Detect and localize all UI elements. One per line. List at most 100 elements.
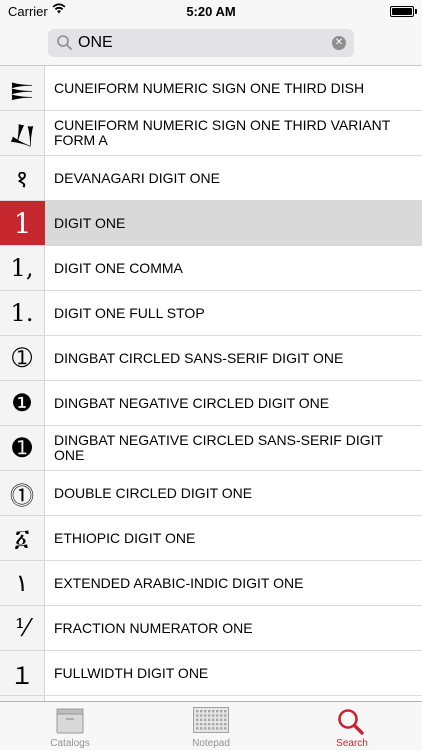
glyph-preview: 𒑚 bbox=[0, 111, 45, 155]
catalogs-icon bbox=[56, 708, 84, 734]
notepad-grid-dot bbox=[224, 722, 227, 726]
notepad-grid-dot bbox=[220, 727, 223, 730]
magnifier-icon bbox=[56, 34, 74, 52]
list-item[interactable]: １ FULLWIDTH DIGIT ONE bbox=[0, 651, 422, 696]
notepad-grid-dot bbox=[212, 714, 215, 717]
tab-label: Search bbox=[336, 738, 368, 749]
tab-notepad[interactable]: Notepad bbox=[141, 702, 281, 751]
tab-catalogs[interactable]: Catalogs bbox=[0, 702, 140, 751]
glyph-preview: 𒐺 bbox=[0, 66, 45, 110]
status-bar: Carrier 5:20 AM bbox=[0, 0, 422, 22]
notepad-grid-dot bbox=[220, 718, 223, 721]
glyph-preview: ❶ bbox=[0, 381, 45, 425]
character-name: FULLWIDTH DIGIT ONE bbox=[54, 664, 209, 681]
notepad-grid-dot bbox=[208, 710, 211, 713]
list-item[interactable]: 𒑚 CUNEIFORM NUMERIC SIGN ONE THIRD VARIAN… bbox=[0, 111, 422, 156]
notepad-grid-dot bbox=[216, 714, 219, 717]
notepad-grid-dot bbox=[208, 722, 211, 726]
character-name: DINGBAT NEGATIVE CIRCLED DIGIT ONE bbox=[54, 394, 330, 411]
list-item[interactable]: 𒐺 CUNEIFORM NUMERIC SIGN ONE THIRD DISH bbox=[0, 66, 422, 111]
character-name: CUNEIFORM NUMERIC SIGN ONE THIRD VARIANT… bbox=[54, 117, 391, 148]
character-name: FRACTION NUMERATOR ONE bbox=[54, 619, 253, 636]
notepad-grid-dot bbox=[216, 727, 219, 730]
glyph-preview: ➀ bbox=[0, 336, 45, 380]
glyph-preview: ۱ bbox=[0, 561, 45, 605]
glyph-preview: 1 bbox=[0, 201, 45, 245]
notepad-grid-dot bbox=[224, 710, 227, 713]
notepad-grid-dot bbox=[196, 710, 199, 713]
list-item[interactable]: ⓵ DOUBLE CIRCLED DIGIT ONE bbox=[0, 471, 422, 516]
character-name: DIGIT ONE bbox=[54, 214, 126, 231]
tab-label: Notepad bbox=[192, 738, 230, 749]
notepad-grid-dot bbox=[196, 718, 199, 721]
notepad-grid-dot bbox=[196, 714, 199, 717]
notepad-grid-dot bbox=[212, 722, 215, 726]
notepad-grid-dot bbox=[204, 714, 207, 717]
glyph-preview: 1, bbox=[0, 246, 45, 290]
glyph-preview: １ bbox=[0, 651, 45, 695]
notepad-grid-dot bbox=[200, 722, 203, 726]
notepad-grid-dot bbox=[216, 710, 219, 713]
results-list[interactable]: 𒐺 CUNEIFORM NUMERIC SIGN ONE THIRD DISH 𒑚 C… bbox=[0, 66, 422, 701]
character-name: EXTENDED ARABIC-INDIC DIGIT ONE bbox=[54, 574, 304, 591]
notepad-icon bbox=[193, 707, 229, 733]
notepad-grid-dot bbox=[224, 727, 227, 730]
notepad-grid-dot bbox=[196, 722, 199, 726]
character-name: DINGBAT CIRCLED SANS-SERIF DIGIT ONE bbox=[54, 349, 344, 366]
notepad-grid-dot bbox=[204, 722, 207, 726]
notepad-grid-dot bbox=[224, 718, 227, 721]
character-name: DOUBLE CIRCLED DIGIT ONE bbox=[54, 484, 253, 501]
notepad-grid-dot bbox=[208, 718, 211, 721]
notepad-grid-dot bbox=[212, 710, 215, 713]
character-name: DINGBAT NEGATIVE CIRCLED SANS-SERIF DIGI… bbox=[54, 432, 383, 463]
character-name: DEVANAGARI DIGIT ONE bbox=[54, 169, 220, 186]
notepad-grid-dot bbox=[204, 727, 207, 730]
list-item[interactable]: 1. DIGIT ONE FULL STOP bbox=[0, 291, 422, 336]
tab-bar: Catalogs Notepad Search bbox=[0, 701, 422, 750]
notepad-grid-dot bbox=[224, 714, 227, 717]
glyph-preview: 1. bbox=[0, 291, 45, 335]
notepad-grid-dot bbox=[208, 714, 211, 717]
glyph-preview: ፩ bbox=[0, 516, 45, 560]
character-name: DIGIT ONE COMMA bbox=[54, 259, 183, 276]
status-time: 5:20 AM bbox=[186, 4, 236, 19]
tab-label: Catalogs bbox=[50, 738, 90, 749]
character-name: DIGIT ONE FULL STOP bbox=[54, 304, 205, 321]
notepad-grid-dot bbox=[216, 718, 219, 721]
notepad-grid-dot bbox=[212, 718, 215, 721]
search-bar: ONE ✕ bbox=[0, 22, 422, 66]
list-item[interactable]: 1 DIGIT ONE bbox=[0, 201, 422, 246]
notepad-grid-dot bbox=[220, 722, 223, 726]
list-item[interactable]: १ DEVANAGARI DIGIT ONE bbox=[0, 156, 422, 201]
notepad-grid-dot bbox=[212, 727, 215, 730]
search-input[interactable]: ONE ✕ bbox=[48, 29, 354, 57]
glyph-preview: ⅟ bbox=[0, 606, 45, 650]
clear-search-icon[interactable]: ✕ bbox=[332, 36, 346, 50]
character-name: CUNEIFORM NUMERIC SIGN ONE THIRD DISH bbox=[54, 79, 365, 96]
glyph-preview: १ bbox=[0, 156, 45, 200]
notepad-grid-dot bbox=[196, 727, 199, 730]
notepad-grid-dot bbox=[220, 710, 223, 713]
list-item[interactable]: ➊ DINGBAT NEGATIVE CIRCLED SANS-SERIF DIG… bbox=[0, 426, 422, 471]
notepad-grid-dot bbox=[200, 714, 203, 717]
list-item[interactable]: ፩ ETHIOPIC DIGIT ONE bbox=[0, 516, 422, 561]
notepad-grid-dot bbox=[220, 714, 223, 717]
list-item[interactable]: ⅟ FRACTION NUMERATOR ONE bbox=[0, 606, 422, 651]
list-item[interactable]: ➀ DINGBAT CIRCLED SANS-SERIF DIGIT ONE bbox=[0, 336, 422, 381]
character-name: ETHIOPIC DIGIT ONE bbox=[54, 529, 196, 546]
list-item[interactable]: 1, DIGIT ONE COMMA bbox=[0, 246, 422, 291]
list-item[interactable]: ۱ EXTENDED ARABIC-INDIC DIGIT ONE bbox=[0, 561, 422, 606]
glyph-preview: ⓵ bbox=[0, 471, 45, 515]
notepad-grid-dot bbox=[204, 710, 207, 713]
tab-search[interactable]: Search bbox=[282, 702, 422, 751]
notepad-grid-dot bbox=[200, 727, 203, 730]
list-item[interactable]: ❶ DINGBAT NEGATIVE CIRCLED DIGIT ONE bbox=[0, 381, 422, 426]
battery-icon bbox=[390, 6, 417, 17]
notepad-grid-dot bbox=[200, 710, 203, 713]
notepad-grid-dot bbox=[216, 722, 219, 726]
notepad-grid-dot bbox=[204, 718, 207, 721]
notepad-grid-dot bbox=[208, 727, 211, 730]
search-query[interactable]: ONE bbox=[78, 34, 113, 52]
notepad-grid-dot bbox=[200, 718, 203, 721]
glyph-preview: ➊ bbox=[0, 426, 45, 470]
